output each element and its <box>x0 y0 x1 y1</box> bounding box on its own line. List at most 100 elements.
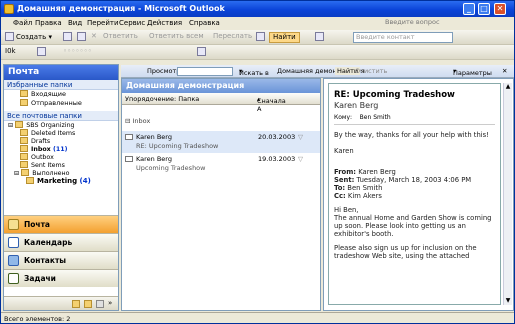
folder-icon <box>21 169 30 176</box>
flag-icon[interactable]: ▽ <box>298 155 303 163</box>
favorite-sent-label: Отправленные <box>31 99 82 107</box>
tree-item-marketing[interactable]: Marketing (4) <box>4 177 118 185</box>
send-receive-button[interactable] <box>256 32 267 43</box>
ask-question-input[interactable]: Введите вопрос <box>385 18 501 28</box>
title-bar: Домашняя демонстрация - Microsoft Outloo… <box>1 1 514 17</box>
unread-count: (4) <box>79 177 91 185</box>
tree-item-deleted[interactable]: Deleted Items <box>4 129 118 137</box>
menu-file[interactable]: Файл <box>13 19 32 27</box>
body-text: By the way, thanks for all your help wit… <box>334 131 489 139</box>
send-receive-icon <box>256 32 265 41</box>
body-signature: Karen <box>334 147 354 155</box>
look-for-input[interactable] <box>177 67 233 76</box>
search-in-label: Искать в <box>239 69 269 77</box>
menu-go[interactable]: Перейти <box>87 19 119 27</box>
maximize-button[interactable]: □ <box>478 3 490 15</box>
clear-button[interactable]: Очистить <box>355 67 387 75</box>
folder-list-icon[interactable] <box>84 300 92 308</box>
tree-label: Marketing <box>37 177 78 185</box>
tree-item-done[interactable]: ⊟ Выполнено <box>4 169 118 177</box>
find-contact-input[interactable]: Введите контакт <box>353 32 453 43</box>
sent-items-icon <box>20 161 28 168</box>
tree-item-sent[interactable]: Sent Items <box>4 161 118 169</box>
favorite-sent[interactable]: Отправленные <box>4 99 118 108</box>
forward-button[interactable]: Переслать <box>213 32 252 43</box>
nav-button-tasks[interactable]: Задачи <box>4 269 118 287</box>
nav-button-calendar[interactable]: Календарь <box>4 233 118 251</box>
body-paragraph: The annual Home and Garden Show is comin… <box>334 214 492 238</box>
print-button[interactable] <box>63 32 74 43</box>
options-dropdown[interactable]: Параметры ▾ <box>453 67 492 77</box>
scroll-up-icon[interactable]: ▲ <box>504 83 512 90</box>
back-button[interactable] <box>37 47 48 58</box>
address-book-button[interactable] <box>315 32 326 43</box>
find-label: Найти <box>273 33 296 41</box>
close-find-icon[interactable]: ✕ <box>502 67 507 75</box>
message-subject: RE: Upcoming Tradeshow <box>334 90 455 100</box>
all-folders-header[interactable]: Все почтовые папки <box>4 111 118 121</box>
menu-help[interactable]: Справка <box>189 19 220 27</box>
unread-count: (11) <box>52 146 68 153</box>
list-item[interactable]: Karen Berg 20.03.2003 ▽ RE: Upcoming Tra… <box>122 131 320 153</box>
back-icon <box>37 47 46 56</box>
folder-icon <box>20 99 28 106</box>
envelope-icon <box>125 134 133 140</box>
reply-all-button[interactable]: Ответить всем <box>149 32 204 43</box>
menu-tools[interactable]: Сервис <box>119 19 145 27</box>
body-greeting: Hi Ben, <box>334 206 359 214</box>
favorites-header[interactable]: Избранные папки <box>4 80 118 90</box>
folder-title: Домашняя демонстрация <box>122 79 320 93</box>
arrange-by-header[interactable]: Упорядочение: Папка <box>125 95 199 103</box>
options-icon <box>197 47 206 56</box>
close-button[interactable]: ✕ <box>494 3 506 15</box>
sort-order-header[interactable]: Сначала А ▴ <box>257 95 286 113</box>
favorite-inbox[interactable]: Входящие <box>4 90 118 99</box>
tree-label: Выполнено <box>32 170 70 177</box>
menu-edit[interactable]: Правка <box>35 19 62 27</box>
mail-icon <box>8 219 19 230</box>
tree-item-inbox[interactable]: Inbox (11) <box>4 145 118 153</box>
minimize-button[interactable]: _ <box>463 3 475 15</box>
flag-icon[interactable]: ▽ <box>298 133 303 141</box>
favorite-inbox-label: Входящие <box>31 90 67 98</box>
configure-buttons-icon[interactable]: » <box>108 299 112 307</box>
nav-button-label: Календарь <box>24 238 73 247</box>
shortcuts-icon[interactable] <box>96 300 104 308</box>
to-value[interactable]: Ben Smith <box>360 114 391 121</box>
quoted-sent: Sent: Tuesday, March 18, 2003 4:06 PM <box>334 176 495 184</box>
new-button[interactable]: Создать ▾ <box>5 32 52 43</box>
tree-item-drafts[interactable]: Drafts <box>4 137 118 145</box>
delete-button[interactable]: ✕ <box>91 32 97 43</box>
notes-icon[interactable] <box>72 300 80 308</box>
mail-sender: Karen Berg <box>136 155 172 163</box>
nav-button-mail[interactable]: Почта <box>4 215 118 233</box>
quoted-from-value: Karen Berg <box>358 168 396 176</box>
body-paragraph: Please also sign us up for inclusion on … <box>334 244 477 260</box>
envelope-icon <box>125 156 133 162</box>
menu-view[interactable]: Вид <box>68 19 82 27</box>
find-button[interactable]: Найти <box>269 32 300 43</box>
tasks-icon <box>8 273 19 284</box>
group-header[interactable]: ⊟ Inbox <box>125 117 150 125</box>
column-header: Упорядочение: Папка Сначала А ▴ <box>122 93 320 113</box>
address-book-icon <box>315 32 324 41</box>
tree-item-outbox[interactable]: Outbox <box>4 153 118 161</box>
reading-pane-scrollbar[interactable]: ▲ ▼ <box>503 83 512 305</box>
message-sender[interactable]: Karen Berg <box>334 101 495 110</box>
forward-label: Переслать <box>213 32 253 40</box>
list-item[interactable]: Karen Berg 19.03.2003 ▽ Upcoming Tradesh… <box>122 153 320 175</box>
nav-shortcuts-bar: » <box>4 296 118 310</box>
search-in-dropdown[interactable]: Искать в ▾ <box>239 67 269 77</box>
reply-button[interactable]: Ответить <box>103 32 138 43</box>
quoted-cc: Cc: Kim Akers <box>334 192 495 200</box>
move-button[interactable] <box>77 32 88 43</box>
calendar-icon <box>8 237 19 248</box>
tree-item-root[interactable]: ⊟ SBS Organizing <box>4 121 118 129</box>
scroll-down-icon[interactable]: ▼ <box>504 297 512 304</box>
view-selector[interactable]: I0k <box>5 47 16 58</box>
menu-actions[interactable]: Действия <box>147 19 182 27</box>
message-view: RE: Upcoming Tradeshow Karen Berg Кому: … <box>328 83 501 305</box>
options-button[interactable] <box>197 47 208 58</box>
nav-button-contacts[interactable]: Контакты <box>4 251 118 269</box>
outlook-app-icon <box>4 4 14 14</box>
